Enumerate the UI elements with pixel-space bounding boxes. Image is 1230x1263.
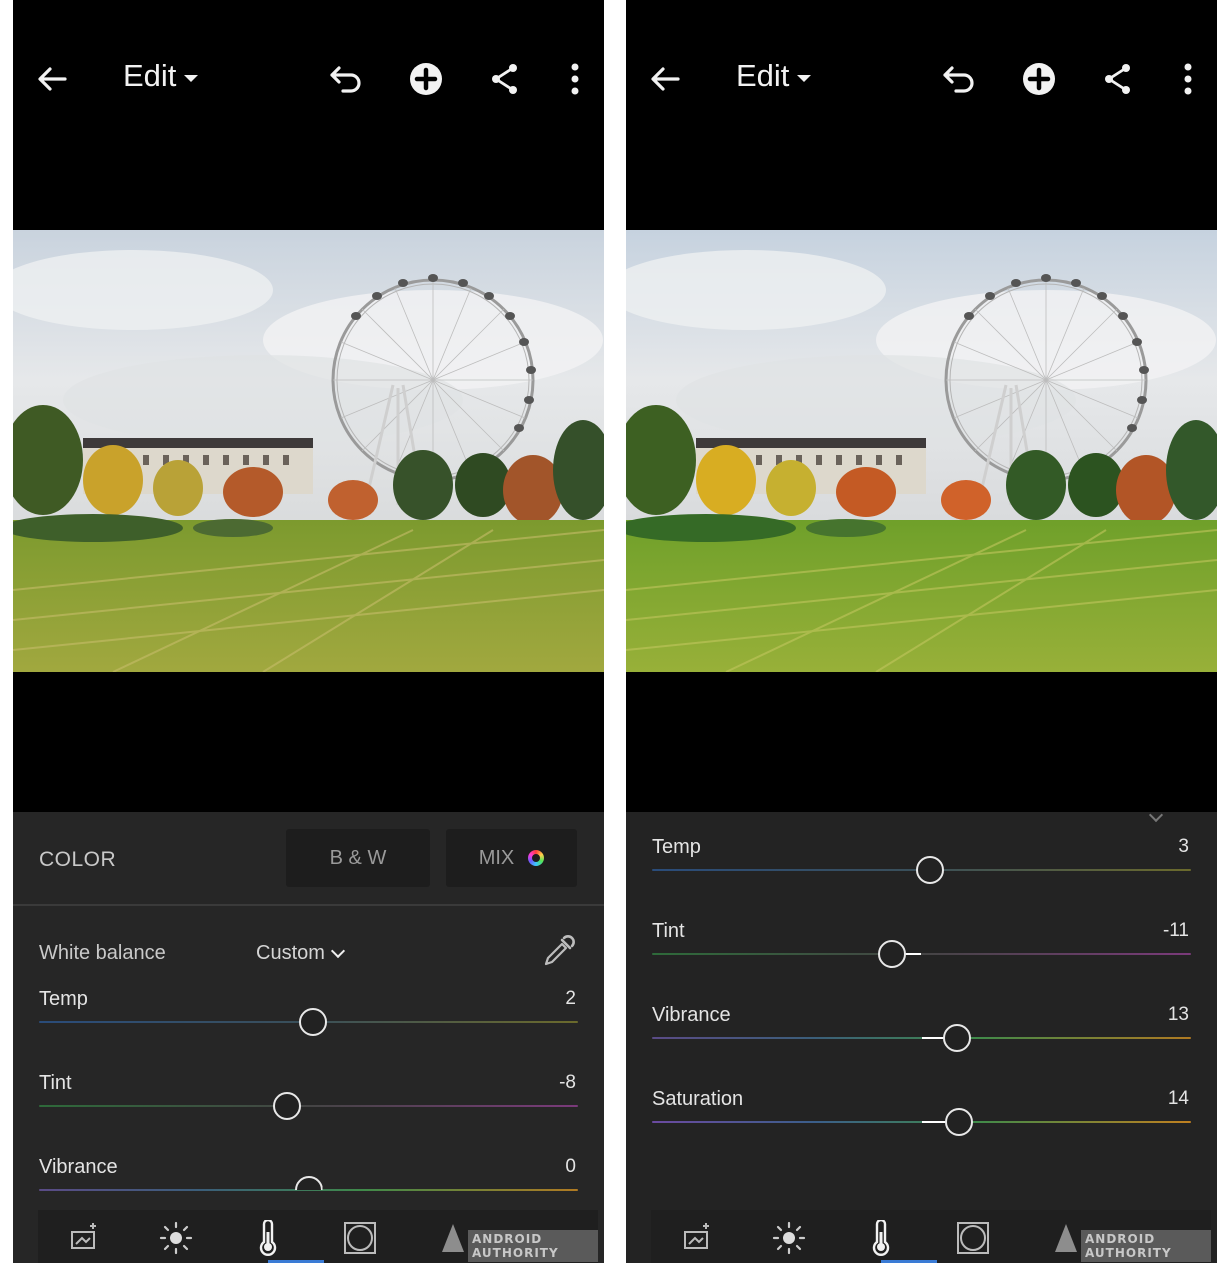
- temp-label: Temp: [39, 988, 88, 1010]
- tint-track: [652, 953, 1191, 955]
- temp-slider-handle[interactable]: [915, 856, 944, 884]
- tint-track: [39, 1105, 578, 1107]
- undo-icon[interactable]: [327, 60, 365, 98]
- edit-menu[interactable]: Edit: [736, 58, 812, 94]
- vibrance-label: Vibrance: [39, 1156, 118, 1178]
- tint-slider[interactable]: Tint -11: [626, 920, 1217, 980]
- detail-icon[interactable]: [1055, 1224, 1077, 1252]
- vibrance-slider[interactable]: Vibrance 13: [626, 1004, 1217, 1064]
- screen-left: Edit COLOR B & W MIX White balance Custo…: [13, 0, 604, 1263]
- effects-vignette-icon[interactable]: [342, 1220, 378, 1256]
- saturation-slider[interactable]: Saturation 14: [626, 1088, 1217, 1148]
- chevron-down-icon: [184, 74, 199, 82]
- tint-label: Tint: [39, 1072, 72, 1094]
- white-balance-row: White balance Custom: [13, 934, 604, 974]
- eyedropper-icon[interactable]: [540, 934, 576, 970]
- page-title: Edit: [123, 58, 177, 93]
- presets-icon[interactable]: [66, 1220, 102, 1256]
- temp-value: 3: [1178, 836, 1189, 857]
- screen-right: Edit Temp 3 Tint -11 Vibrance 13 Saturat…: [626, 0, 1217, 1263]
- temp-label: Temp: [652, 836, 701, 858]
- white-balance-label: White balance: [39, 942, 166, 964]
- vibrance-slider-handle[interactable]: [942, 1024, 971, 1052]
- arrow-left-icon[interactable]: [35, 62, 69, 96]
- white-balance-value: Custom: [256, 942, 325, 964]
- color-panel: COLOR B & W MIX White balance Custom Tem…: [13, 812, 604, 1263]
- photo-preview[interactable]: [626, 230, 1217, 672]
- more-vertical-icon[interactable]: [556, 60, 594, 98]
- mix-button[interactable]: MIX: [446, 829, 577, 887]
- tint-slider[interactable]: Tint -8: [13, 1072, 604, 1132]
- arrow-left-icon[interactable]: [648, 62, 682, 96]
- chevron-down-icon: [797, 74, 812, 82]
- light-icon[interactable]: [771, 1220, 807, 1256]
- tint-value: -8: [559, 1072, 576, 1093]
- color-thermometer-icon[interactable]: [863, 1220, 899, 1256]
- color-mode-bar: COLOR B & W MIX: [13, 812, 604, 906]
- london-eye-photo: [626, 230, 1217, 672]
- tint-slider-handle[interactable]: [272, 1092, 301, 1120]
- color-thermometer-icon[interactable]: [250, 1220, 286, 1256]
- bottom-tool-bar: ANDROID AUTHORITY: [651, 1210, 1211, 1263]
- light-icon[interactable]: [158, 1220, 194, 1256]
- chevron-down-icon: [330, 943, 345, 959]
- effects-vignette-icon[interactable]: [955, 1220, 991, 1256]
- share-icon[interactable]: [486, 60, 524, 98]
- top-app-bar: Edit: [626, 0, 1217, 150]
- mix-button-label: MIX: [478, 846, 515, 869]
- saturation-value: 14: [1167, 1088, 1189, 1109]
- london-eye-photo: [13, 230, 604, 672]
- watermark-logo: ANDROID AUTHORITY: [1081, 1230, 1211, 1262]
- undo-icon[interactable]: [940, 60, 978, 98]
- watermark-logo: ANDROID AUTHORITY: [468, 1230, 598, 1262]
- bottom-tool-bar: ANDROID AUTHORITY: [38, 1210, 598, 1263]
- temp-value: 2: [565, 988, 576, 1009]
- temp-slider[interactable]: Temp 3: [626, 836, 1217, 896]
- white-balance-select[interactable]: Custom: [256, 942, 345, 965]
- more-vertical-icon[interactable]: [1169, 60, 1207, 98]
- tint-label: Tint: [652, 920, 685, 942]
- share-icon[interactable]: [1099, 60, 1137, 98]
- saturation-slider-handle[interactable]: [945, 1108, 974, 1136]
- presets-icon[interactable]: [679, 1220, 715, 1256]
- color-mode-label[interactable]: COLOR: [39, 848, 116, 872]
- page-title: Edit: [736, 58, 790, 93]
- vibrance-value: 13: [1167, 1004, 1189, 1025]
- tint-value: -11: [1162, 920, 1189, 941]
- saturation-label: Saturation: [652, 1088, 744, 1110]
- vibrance-value: 0: [565, 1156, 576, 1177]
- chevron-down-icon[interactable]: [1148, 807, 1164, 823]
- edit-menu[interactable]: Edit: [123, 58, 199, 94]
- color-panel: Temp 3 Tint -11 Vibrance 13 Saturation 1…: [626, 807, 1217, 1263]
- vibrance-slider[interactable]: Vibrance 0: [13, 1156, 604, 1216]
- detail-icon[interactable]: [442, 1224, 464, 1252]
- top-app-bar: Edit: [13, 0, 604, 150]
- bw-button-label: B & W: [329, 846, 387, 869]
- tint-slider-handle[interactable]: [877, 940, 906, 968]
- color-wheel-icon: [528, 850, 545, 866]
- temp-slider[interactable]: Temp 2: [13, 988, 604, 1048]
- plus-circle-icon[interactable]: [1020, 60, 1058, 98]
- temp-slider-handle[interactable]: [298, 1008, 327, 1036]
- plus-circle-icon[interactable]: [407, 60, 445, 98]
- vibrance-label: Vibrance: [652, 1004, 731, 1026]
- photo-preview[interactable]: [13, 230, 604, 672]
- bw-button[interactable]: B & W: [286, 829, 430, 887]
